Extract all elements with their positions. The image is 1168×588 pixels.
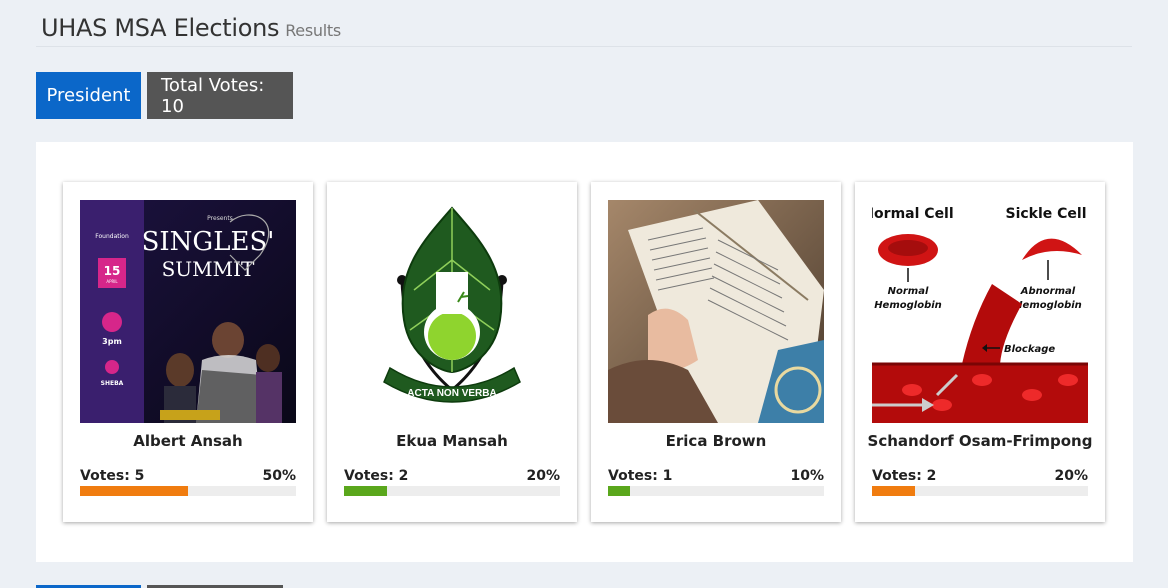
page-title-text: UHAS MSA Elections (41, 14, 280, 42)
poster-venue-text: SHEBA (101, 380, 124, 387)
candidate-percentage: 10% (790, 468, 824, 484)
vote-progress-bar (80, 486, 296, 496)
position-header: President Total Votes: 10 (36, 72, 293, 119)
page-title: UHAS MSA Elections Results (41, 14, 341, 42)
results-panel: Foundation 15 APRIL 3pm SHEBA Presents S… (36, 142, 1133, 562)
candidate-votes: Votes: 2 (344, 468, 409, 484)
poster-time-text: 3pm (102, 337, 122, 346)
vote-progress-fill (872, 486, 916, 496)
vote-progress-bar (872, 486, 1088, 496)
candidate-percentage: 20% (526, 468, 560, 484)
poster-foundation-text: Foundation (95, 233, 129, 240)
logo-motto-text: ACTA NON VERBA (407, 388, 496, 399)
candidate-name: Erica Brown (665, 432, 767, 450)
poster-month-text: APRIL (106, 279, 118, 284)
diagram-normal-hb-1: Normal (888, 286, 929, 297)
poster-day-text: 15 (104, 264, 121, 278)
sickle-cell-diagram: Normal Cell Sickle Cell Normal Hemoglobi… (872, 200, 1088, 423)
total-votes-badge: Total Votes: 10 (147, 72, 293, 119)
acta-non-verba-logo: ACTA NON VERBA (344, 200, 560, 423)
poster-title-top: SINGLES' (142, 227, 275, 257)
candidate-card: Foundation 15 APRIL 3pm SHEBA Presents S… (63, 182, 313, 522)
candidate-card: Normal Cell Sickle Cell Normal Hemoglobi… (855, 182, 1105, 522)
poster-presents-text: Presents (207, 215, 233, 222)
diagram-sickle-cell-label: Sickle Cell (1005, 206, 1086, 222)
candidate-photo: ACTA NON VERBA (344, 200, 560, 423)
diagram-blockage-label: Blockage (1004, 344, 1055, 355)
event-poster-image: Foundation 15 APRIL 3pm SHEBA Presents S… (80, 200, 296, 423)
candidate-card: ACTA NON VERBA Ekua Mansah Votes: 2 20% (327, 182, 577, 522)
vote-progress-bar (344, 486, 560, 496)
candidate-photo (608, 200, 824, 423)
candidate-card: Erica Brown Votes: 1 10% (591, 182, 841, 522)
candidate-photo: Normal Cell Sickle Cell Normal Hemoglobi… (872, 200, 1088, 423)
candidate-votes: Votes: 1 (608, 468, 673, 484)
vote-progress-fill (80, 486, 188, 496)
candidate-percentage: 20% (1054, 468, 1088, 484)
candidate-name: Albert Ansah (133, 432, 243, 450)
vote-progress-fill (344, 486, 388, 496)
vote-progress-fill (608, 486, 630, 496)
candidate-name: Ekua Mansah (396, 432, 508, 450)
diagram-normal-hb-2: Hemoglobin (874, 300, 942, 311)
page-header: UHAS MSA Elections Results (36, 10, 1132, 47)
candidate-photo: Foundation 15 APRIL 3pm SHEBA Presents S… (80, 200, 296, 423)
candidate-votes: Votes: 5 (80, 468, 145, 484)
vote-progress-bar (608, 486, 824, 496)
candidate-name: Schandorf Osam-Frimpong (867, 432, 1093, 450)
page-subtitle: Results (285, 21, 341, 40)
diagram-normal-cell-label: Normal Cell (872, 206, 954, 222)
open-bible-image (608, 200, 824, 423)
diagram-abnormal-hb-1: Abnormal (1020, 286, 1076, 297)
candidate-votes: Votes: 2 (872, 468, 937, 484)
position-button[interactable]: President (36, 72, 141, 119)
candidate-percentage: 50% (262, 468, 296, 484)
diagram-abnormal-hb-2: Hemoglobin (1014, 300, 1082, 311)
poster-title-bottom: SUMMIT (162, 257, 255, 281)
